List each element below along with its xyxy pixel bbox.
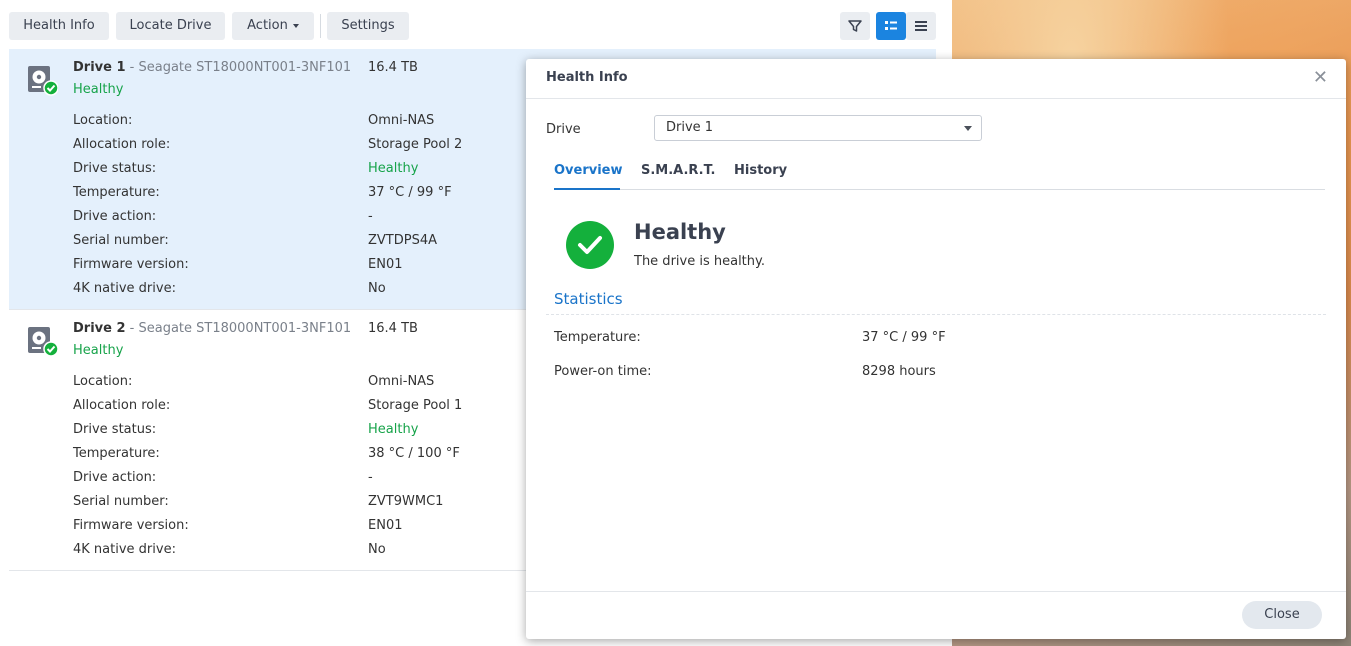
location-value: Omni-NAS: [368, 113, 435, 128]
drive-select-value: Drive 1: [666, 120, 714, 135]
allocation-role-label: Allocation role:: [73, 137, 171, 152]
hard-drive-healthy-icon: [28, 66, 58, 96]
drive-status-value: Healthy: [368, 422, 419, 437]
hard-drive-healthy-icon: [28, 327, 58, 357]
drive-action-label: Drive action:: [73, 209, 157, 224]
detail-view-button[interactable]: [876, 12, 906, 40]
detail-view-icon: [885, 21, 897, 30]
dialog-header-divider: [526, 98, 1346, 99]
location-value: Omni-NAS: [368, 374, 435, 389]
temperature-value: 37 °C / 99 °F: [368, 185, 452, 200]
drive-action-value: -: [368, 209, 373, 224]
stat-temperature-label: Temperature:: [554, 330, 641, 345]
location-label: Location:: [73, 113, 133, 128]
stat-power-on-label: Power-on time:: [554, 364, 652, 379]
tab-smart[interactable]: S.M.A.R.T.: [641, 163, 715, 178]
caret-down-icon: [964, 126, 972, 131]
active-tab-indicator: [554, 188, 620, 190]
dialog-title: Health Info: [546, 70, 628, 85]
drive-title: Drive 1 - Seagate ST18000NT001-3NF101: [73, 60, 363, 75]
firmware-version-value: EN01: [368, 257, 403, 272]
drive-health-status: Healthy: [73, 343, 124, 358]
allocation-role-value: Storage Pool 2: [368, 137, 463, 152]
health-info-dialog: Health Info ✕ Drive Drive 1 Overview S.M…: [526, 59, 1346, 639]
allocation-role-value: Storage Pool 1: [368, 398, 463, 413]
close-button[interactable]: Close: [1242, 601, 1322, 629]
stat-temperature-value: 37 °C / 99 °F: [862, 330, 946, 345]
dialog-footer-divider: [526, 591, 1346, 592]
healthy-check-icon: [566, 221, 614, 269]
location-label: Location:: [73, 374, 133, 389]
locate-drive-button[interactable]: Locate Drive: [116, 12, 225, 40]
stat-power-on-value: 8298 hours: [862, 364, 936, 379]
serial-number-label: Serial number:: [73, 494, 169, 509]
drive-model: - Seagate ST18000NT001-3NF101: [129, 60, 352, 75]
action-dropdown-button[interactable]: Action: [232, 12, 314, 40]
firmware-version-value: EN01: [368, 518, 403, 533]
settings-button[interactable]: Settings: [327, 12, 409, 40]
drive-status-label: Drive status:: [73, 422, 157, 437]
serial-number-value: ZVT9WMC1: [368, 494, 444, 509]
drive-name: Drive 1: [73, 60, 126, 75]
status-title: Healthy: [634, 220, 726, 244]
tab-overview[interactable]: Overview: [554, 163, 623, 178]
status-description: The drive is healthy.: [634, 254, 765, 269]
native-4k-label: 4K native drive:: [73, 281, 176, 296]
toolbar-divider: [320, 14, 321, 38]
drive-status-label: Drive status:: [73, 161, 157, 176]
temperature-value: 38 °C / 100 °F: [368, 446, 460, 461]
drive-name: Drive 2: [73, 321, 126, 336]
temperature-label: Temperature:: [73, 446, 160, 461]
action-label: Action: [247, 18, 288, 33]
drive-capacity: 16.4 TB: [368, 60, 418, 75]
drive-action-label: Drive action:: [73, 470, 157, 485]
statistics-divider: [546, 314, 1326, 315]
drive-select[interactable]: Drive 1: [654, 115, 982, 141]
native-4k-value: No: [368, 281, 386, 296]
dialog-tabs: Overview S.M.A.R.T. History: [554, 163, 1325, 190]
allocation-role-label: Allocation role:: [73, 398, 171, 413]
drive-model: - Seagate ST18000NT001-3NF101: [129, 321, 352, 336]
drive-capacity: 16.4 TB: [368, 321, 418, 336]
drive-status-value: Healthy: [368, 161, 419, 176]
close-icon[interactable]: ✕: [1313, 69, 1328, 87]
filter-icon: [848, 20, 862, 32]
statistics-heading: Statistics: [554, 290, 623, 308]
firmware-version-label: Firmware version:: [73, 257, 189, 272]
list-view-icon: [915, 21, 927, 31]
filter-button[interactable]: [840, 12, 870, 40]
firmware-version-label: Firmware version:: [73, 518, 189, 533]
drive-title: Drive 2 - Seagate ST18000NT001-3NF101: [73, 321, 363, 336]
drive-action-value: -: [368, 470, 373, 485]
native-4k-value: No: [368, 542, 386, 557]
serial-number-value: ZVTDPS4A: [368, 233, 438, 248]
caret-down-icon: [292, 23, 299, 28]
temperature-label: Temperature:: [73, 185, 160, 200]
serial-number-label: Serial number:: [73, 233, 169, 248]
list-view-button[interactable]: [906, 12, 936, 40]
drive-health-status: Healthy: [73, 82, 124, 97]
toolbar: Health Info Locate Drive Action Settings: [9, 12, 937, 40]
drive-select-label: Drive: [546, 122, 581, 137]
health-info-button[interactable]: Health Info: [9, 12, 109, 40]
tab-history[interactable]: History: [734, 163, 787, 178]
native-4k-label: 4K native drive:: [73, 542, 176, 557]
